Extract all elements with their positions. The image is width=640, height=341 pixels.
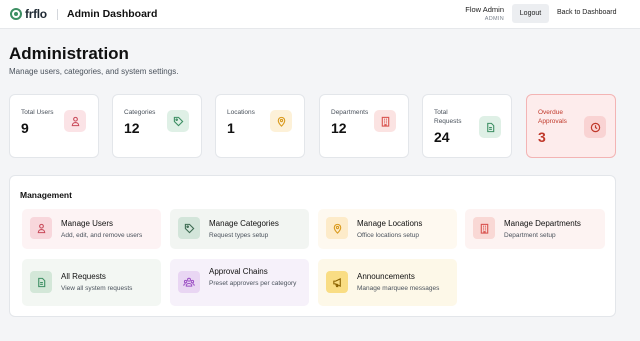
megaphone-icon [326, 271, 348, 293]
stat-card-categories: Categories 12 [112, 94, 202, 158]
tile-description: View all system requests [61, 285, 133, 292]
stat-label: Locations [227, 109, 255, 116]
stat-value: 24 [434, 129, 450, 145]
app-title: Admin Dashboard [67, 8, 158, 20]
stat-value: 12 [124, 120, 140, 136]
tile-manage-users[interactable]: Manage Users Add, edit, and remove users [22, 209, 161, 249]
tile-description: Preset approvers per category [209, 280, 297, 287]
stat-label: Overdue Approvals [538, 109, 567, 125]
user-role: ADMIN [484, 16, 504, 22]
stat-label: Total Requests [434, 109, 462, 125]
tile-name: Manage Users [61, 219, 114, 228]
tag-icon [167, 110, 189, 132]
document-icon [479, 116, 501, 138]
tile-description: Add, edit, and remove users [61, 232, 143, 239]
tile-announcements[interactable]: Announcements Manage marquee messages [318, 259, 457, 306]
users-icon [64, 110, 86, 132]
tile-name: Manage Categories [209, 219, 279, 228]
page-subtitle: Manage users, categories, and system set… [9, 67, 179, 76]
users-icon [30, 217, 52, 239]
tile-description: Request types setup [209, 232, 269, 239]
tile-manage-categories[interactable]: Manage Categories Request types setup [170, 209, 309, 249]
location-pin-icon [326, 217, 348, 239]
page-title: Administration [9, 44, 129, 63]
tile-name: Announcements [357, 272, 415, 281]
tile-name: Approval Chains [209, 267, 268, 276]
clock-icon [584, 116, 606, 138]
tile-name: Manage Departments [504, 219, 581, 228]
logo-text: frflo [25, 7, 47, 21]
stat-card-total-users: Total Users 9 [9, 94, 99, 158]
tile-manage-departments[interactable]: Manage Departments Department setup [465, 209, 605, 249]
header-divider [57, 9, 58, 20]
stat-card-departments: Departments 12 [319, 94, 409, 158]
back-to-dashboard-link[interactable]: Back to Dashboard [557, 9, 617, 16]
stat-value: 3 [538, 129, 546, 145]
stat-value: 12 [331, 120, 347, 136]
tile-description: Department setup [504, 232, 556, 239]
stat-card-overdue-approvals: Overdue Approvals 3 [526, 94, 616, 158]
building-icon [473, 217, 495, 239]
top-bar: frflo Admin Dashboard Flow Admin ADMIN L… [0, 0, 640, 29]
user-name: Flow Admin [465, 5, 504, 14]
user-info: Flow Admin ADMIN [465, 5, 504, 22]
logo-mark-icon [10, 8, 22, 20]
stat-label: Total Users [21, 109, 54, 116]
document-icon [30, 271, 52, 293]
approval-chain-icon [178, 271, 200, 293]
stat-label: Categories [124, 109, 156, 116]
logo[interactable]: frflo [10, 7, 47, 21]
stat-card-locations: Locations 1 [215, 94, 305, 158]
tile-manage-locations[interactable]: Manage Locations Office locations setup [318, 209, 457, 249]
section-title: Management [20, 190, 72, 200]
tile-name: All Requests [61, 272, 106, 281]
stat-label: Departments [331, 109, 369, 116]
location-pin-icon [270, 110, 292, 132]
stat-card-total-requests: Total Requests 24 [422, 94, 512, 158]
building-icon [374, 110, 396, 132]
stat-value: 9 [21, 120, 29, 136]
tile-all-requests[interactable]: All Requests View all system requests [22, 259, 161, 306]
tag-icon [178, 217, 200, 239]
tile-description: Office locations setup [357, 232, 420, 239]
stat-value: 1 [227, 120, 235, 136]
tile-name: Manage Locations [357, 219, 423, 228]
tile-description: Manage marquee messages [357, 285, 440, 292]
logout-button[interactable]: Logout [512, 4, 549, 23]
management-section: Management Manage Users Add, edit, and r… [9, 175, 616, 317]
tile-approval-chains[interactable]: Approval Chains Preset approvers per cat… [170, 259, 309, 306]
